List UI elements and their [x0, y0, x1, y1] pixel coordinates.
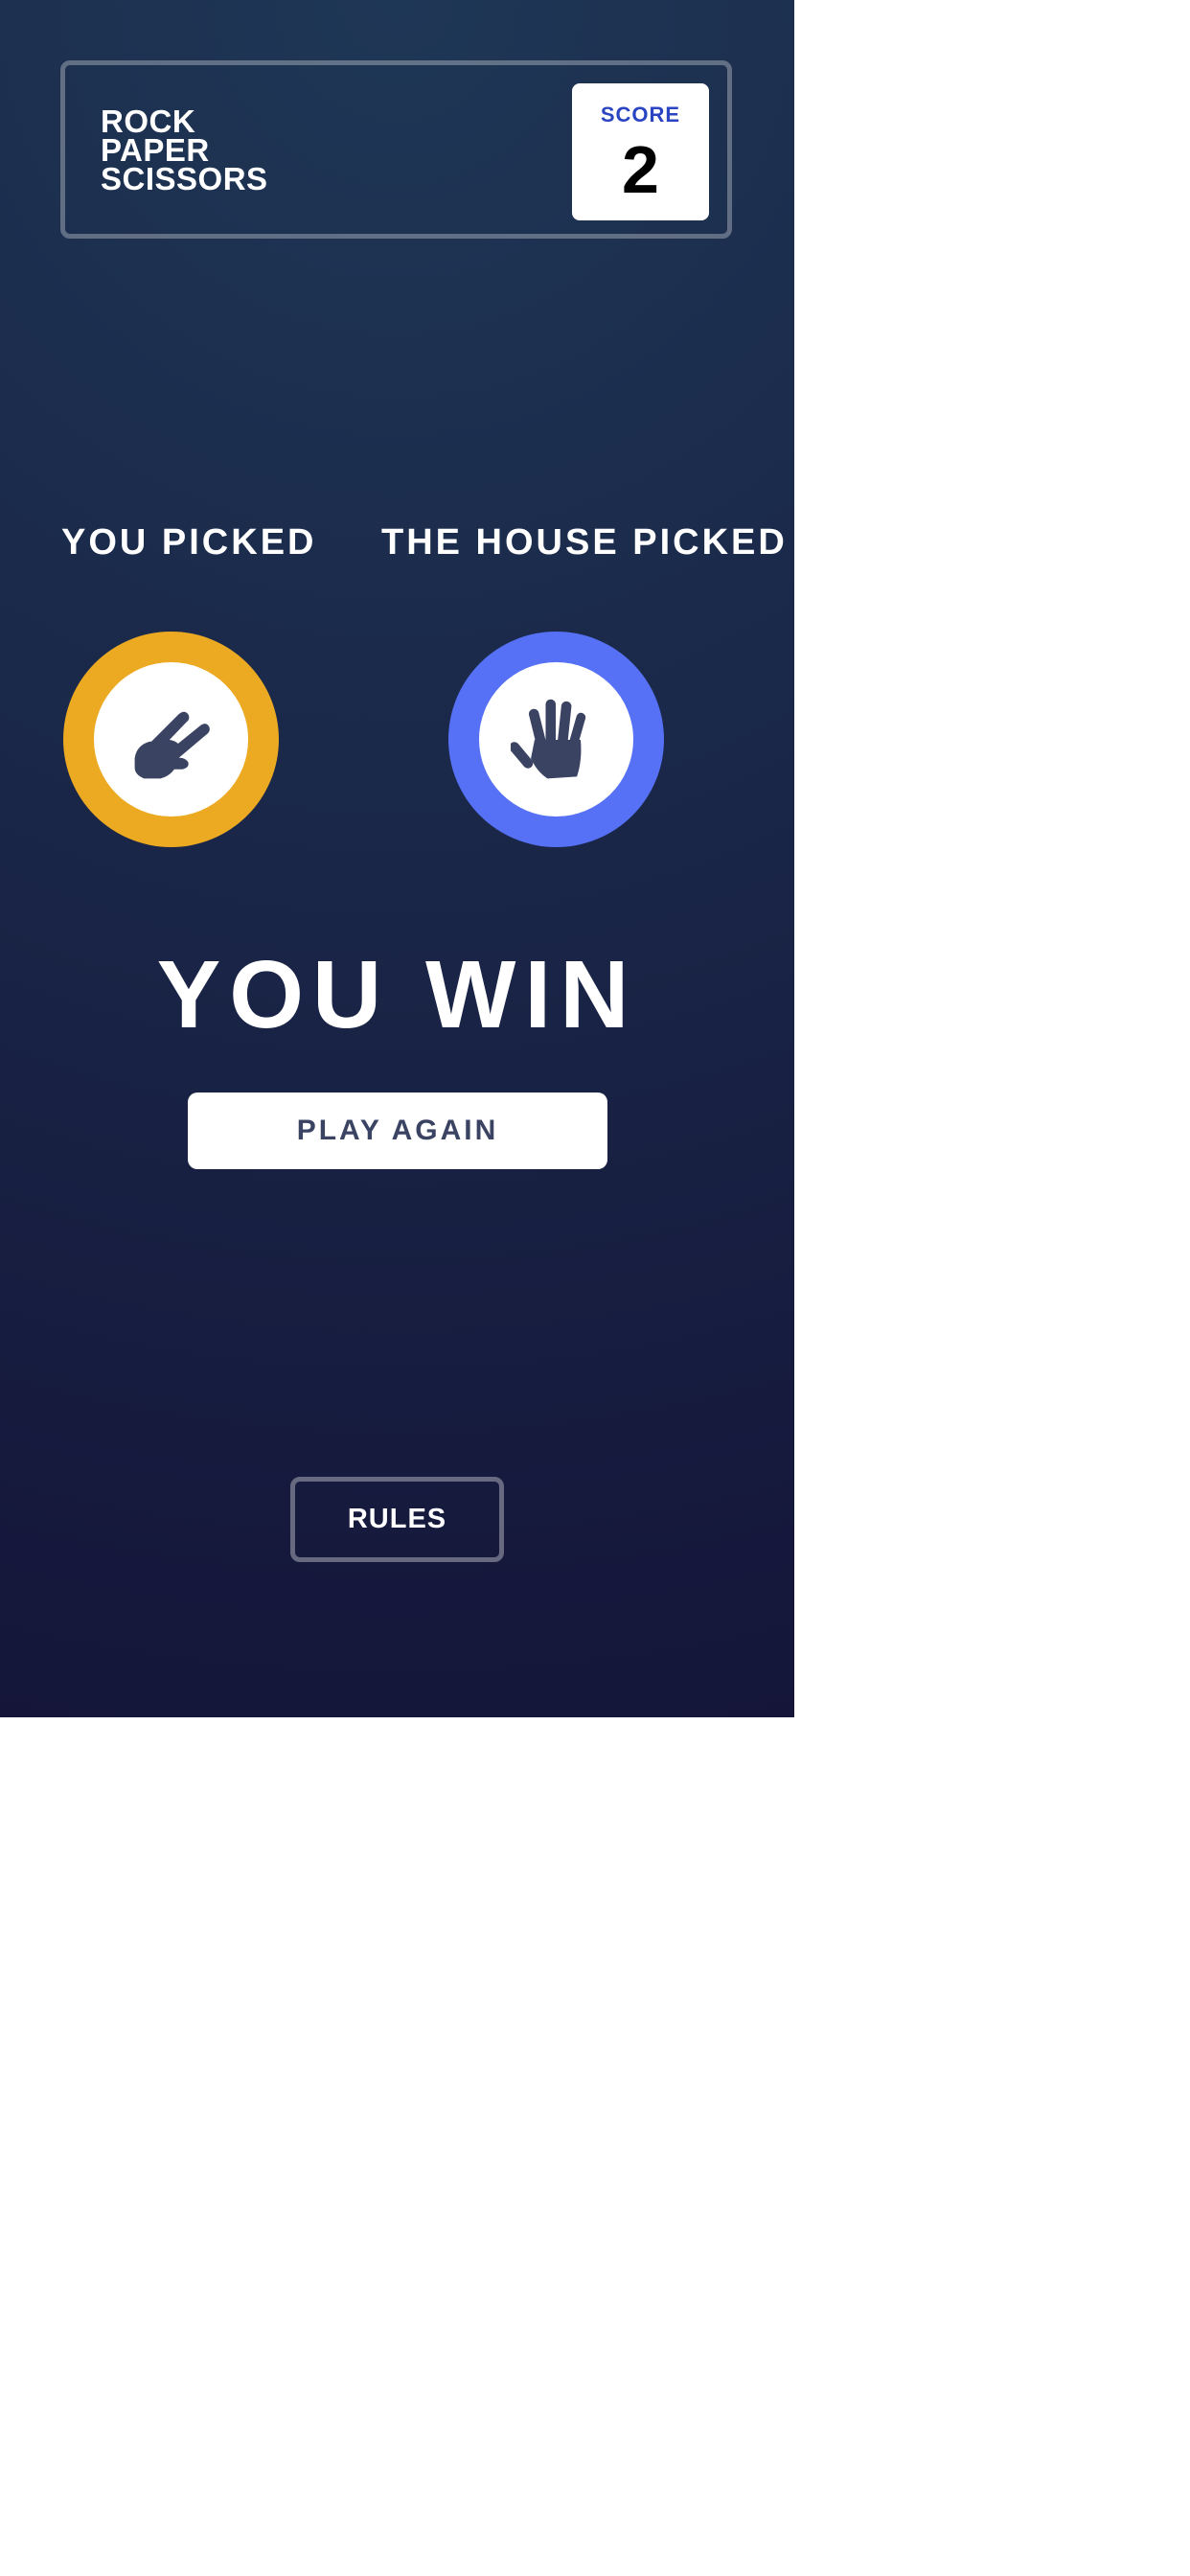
logo-line-scissors: SCISSORS: [101, 161, 268, 196]
scissors-icon: [134, 711, 210, 778]
house-choice-face: [479, 662, 633, 816]
house-choice-paper: [448, 632, 664, 847]
game-logo: ROCK PAPER SCISSORS: [101, 105, 268, 196]
score-value: 2: [622, 132, 659, 207]
result-text: YOU WIN: [156, 941, 638, 1048]
score-label: SCORE: [600, 103, 681, 126]
paper-icon: [510, 699, 585, 778]
player-picked-label: YOU PICKED: [61, 522, 317, 563]
player-choice-face: [94, 662, 248, 816]
rules-button[interactable]: RULES: [290, 1477, 504, 1562]
player-choice-scissors: [63, 632, 279, 847]
header: ROCK PAPER SCISSORS SCORE 2: [60, 60, 732, 239]
score-box: SCORE 2: [572, 83, 709, 220]
game-screen: ROCK PAPER SCISSORS SCORE 2 YOU PICKED T…: [0, 0, 794, 1717]
house-picked-label: THE HOUSE PICKED: [381, 522, 788, 563]
play-again-button[interactable]: PLAY AGAIN: [188, 1092, 607, 1169]
